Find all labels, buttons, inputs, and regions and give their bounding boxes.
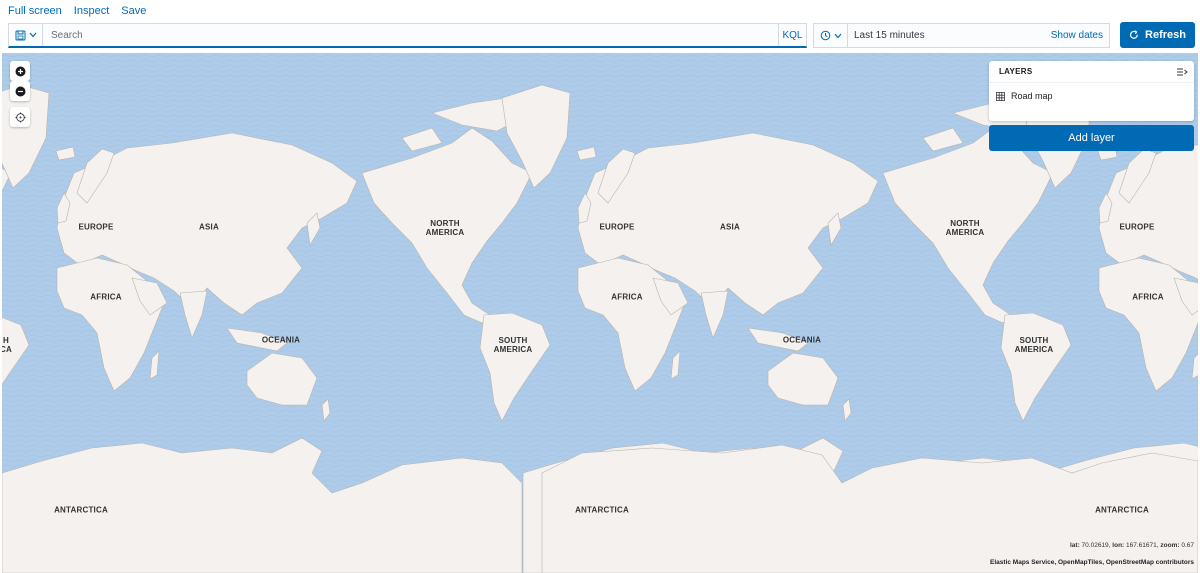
kql-toggle[interactable]: KQL bbox=[778, 24, 806, 46]
map-label-oceania: OCEANIA bbox=[261, 335, 301, 345]
chevron-down-icon bbox=[834, 33, 841, 38]
show-dates-button[interactable]: Show dates bbox=[1051, 30, 1109, 41]
minus-circle-icon bbox=[15, 86, 25, 96]
map-label-antarctica-2: ANTARCTICA bbox=[575, 505, 629, 515]
collapse-panel-icon[interactable] bbox=[1176, 67, 1188, 77]
map-label-antarctica: ANTARCTICA bbox=[54, 505, 108, 515]
save-link[interactable]: Save bbox=[121, 5, 146, 17]
top-nav: Full screen Inspect Save bbox=[0, 0, 1200, 22]
crosshair-icon bbox=[15, 112, 25, 122]
layers-panel: LAYERS Road map bbox=[989, 61, 1194, 121]
add-layer-button[interactable]: Add layer bbox=[989, 125, 1194, 151]
time-range-label[interactable]: Last 15 minutes bbox=[848, 30, 1051, 41]
plus-circle-icon bbox=[15, 66, 25, 76]
query-bar: KQL Last 15 minutes Show dates Refresh bbox=[0, 22, 1200, 52]
map-label-africa: AFRICA bbox=[90, 292, 122, 302]
map-attribution: Elastic Maps Service, OpenMapTiles, Open… bbox=[990, 559, 1194, 566]
chevron-down-icon bbox=[29, 32, 36, 38]
clock-icon bbox=[820, 30, 830, 41]
map-label-south-america-2: SOUTH AMERICA bbox=[1014, 336, 1054, 354]
layer-item-road-map[interactable]: Road map bbox=[989, 83, 1194, 109]
fullscreen-link[interactable]: Full screen bbox=[8, 5, 62, 17]
quick-menu-button[interactable] bbox=[814, 24, 848, 47]
saved-queries-button[interactable] bbox=[9, 24, 43, 46]
refresh-button[interactable]: Refresh bbox=[1120, 22, 1195, 48]
map-label-africa-3: AFRICA bbox=[1132, 292, 1164, 302]
search-input[interactable] bbox=[43, 24, 778, 46]
map-label-south-america: SOUTH AMERICA bbox=[493, 336, 533, 354]
zoom-in-button[interactable] bbox=[10, 61, 30, 81]
map-label-north-america: NORTH AMERICA bbox=[425, 219, 465, 237]
map-label-asia: ASIA bbox=[199, 222, 219, 232]
map-label-north-america-2: NORTH AMERICA bbox=[945, 219, 985, 237]
refresh-label: Refresh bbox=[1145, 29, 1186, 41]
map-label-africa-2: AFRICA bbox=[611, 292, 643, 302]
map-label-oceania-2: OCEANIA bbox=[782, 335, 822, 345]
save-icon bbox=[15, 30, 25, 40]
zoom-out-button[interactable] bbox=[10, 81, 30, 101]
map-coordinates: lat: 70.02619, lon: 167.61671, zoom: 0.6… bbox=[1069, 542, 1194, 549]
map-label-antarctica-3: ANTARCTICA bbox=[1095, 505, 1149, 515]
layers-title: LAYERS bbox=[999, 67, 1033, 76]
map-label-europe-3: EUROPE bbox=[1119, 222, 1155, 232]
map-label-america-cut: H CA bbox=[2, 336, 12, 354]
search-bar: KQL bbox=[8, 23, 807, 48]
grid-icon bbox=[996, 91, 1005, 101]
layers-header: LAYERS bbox=[989, 61, 1194, 83]
inspect-link[interactable]: Inspect bbox=[74, 5, 109, 17]
refresh-icon bbox=[1129, 30, 1138, 39]
map-label-asia-2: ASIA bbox=[720, 222, 740, 232]
date-picker: Last 15 minutes Show dates bbox=[813, 23, 1110, 48]
fit-to-data-button[interactable] bbox=[10, 107, 30, 127]
map-canvas[interactable]: EUROPE ASIA AFRICA OCEANIA NORTH AMERICA … bbox=[2, 53, 1198, 573]
map-label-europe-2: EUROPE bbox=[599, 222, 635, 232]
layer-label: Road map bbox=[1011, 91, 1053, 101]
map-label-europe: EUROPE bbox=[78, 222, 114, 232]
